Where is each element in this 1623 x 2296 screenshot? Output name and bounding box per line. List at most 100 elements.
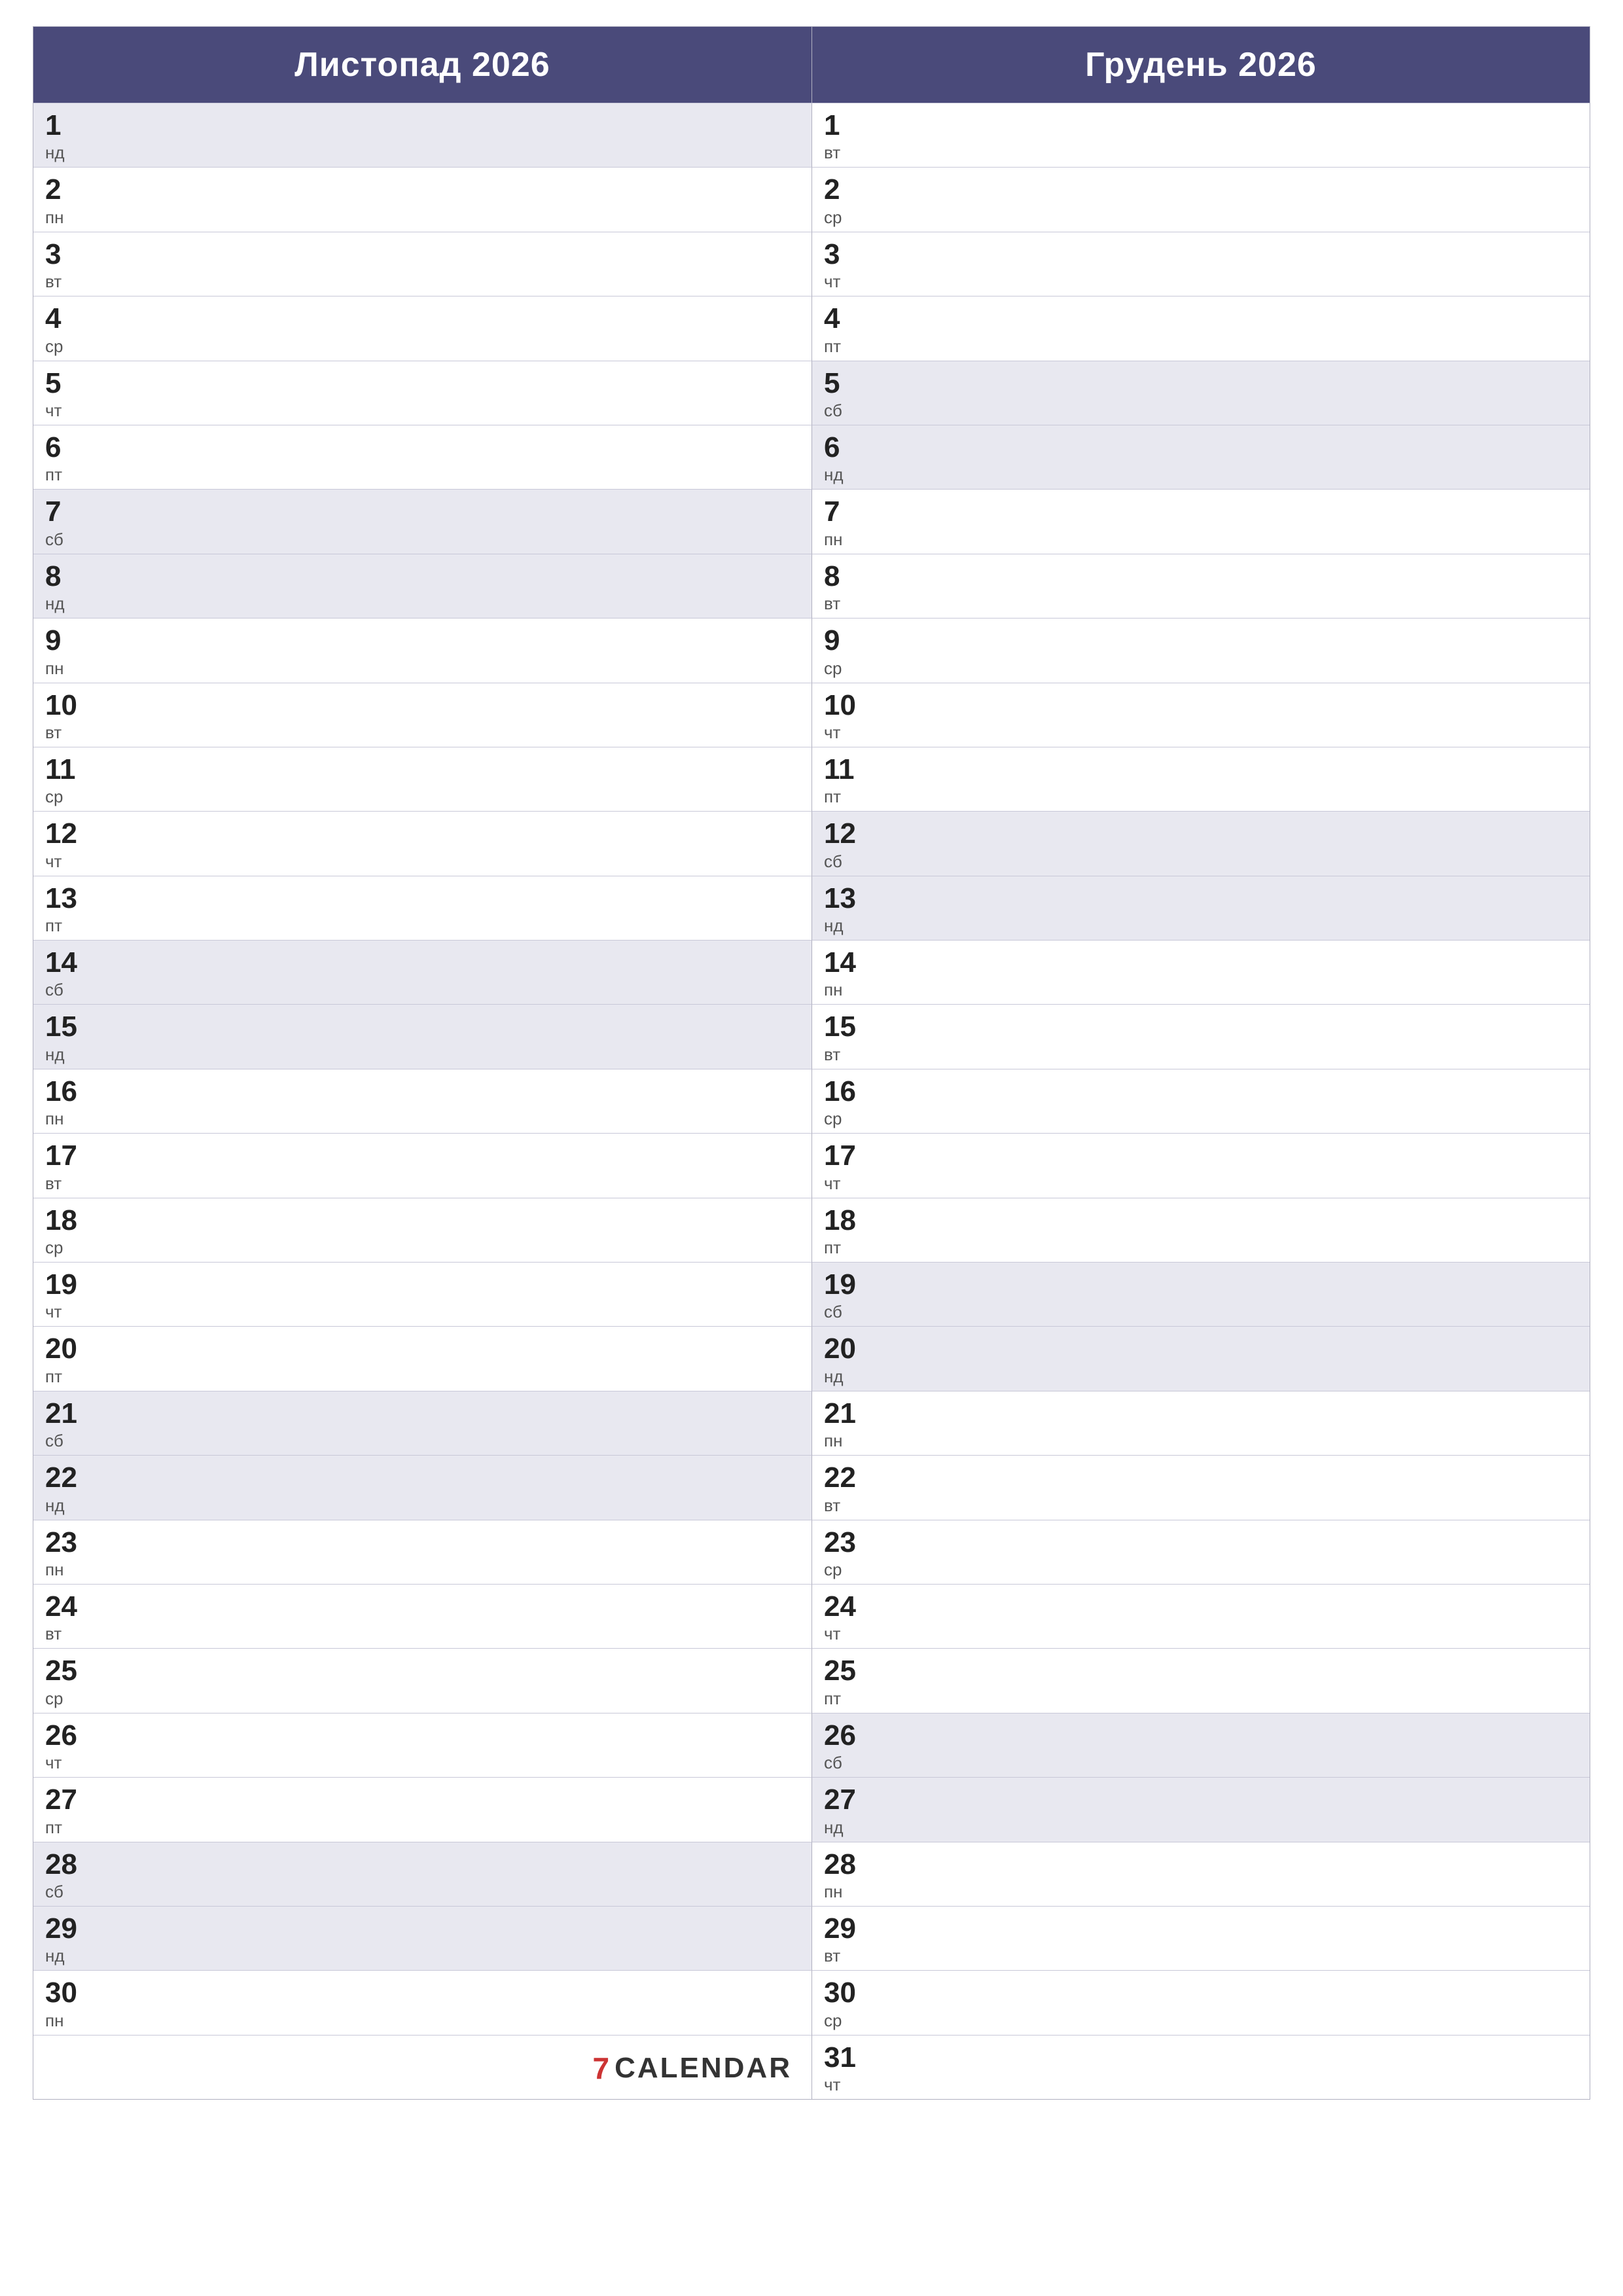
left-day-cell: 25ср (33, 1648, 812, 1712)
day-number: 26 (45, 1720, 800, 1751)
day-row: 28сб28пн (33, 1842, 1590, 1906)
day-number: 21 (45, 1398, 800, 1429)
day-number: 31 (824, 2042, 1578, 2073)
day-number: 18 (824, 1205, 1578, 1236)
day-row: 11ср 11пт (33, 747, 1590, 811)
right-day-cell: 27нд (812, 1777, 1590, 1841)
day-name: ср (824, 1109, 1578, 1129)
right-day-cell: 4пт (812, 296, 1590, 360)
day-number: 8 (45, 561, 800, 592)
day-name: ср (45, 787, 800, 807)
day-number: 24 (824, 1591, 1578, 1623)
day-number: 3 (824, 239, 1578, 270)
day-name: ср (45, 1238, 800, 1258)
day-name: нд (824, 916, 1578, 936)
day-number: 20 (824, 1333, 1578, 1365)
day-name: пт (824, 1689, 1578, 1709)
day-number: 2 (824, 174, 1578, 206)
day-number: 20 (45, 1333, 800, 1365)
right-day-cell: 7пн (812, 489, 1590, 553)
day-row: 24вт24чт (33, 1584, 1590, 1648)
right-day-cell: 17чт (812, 1133, 1590, 1197)
right-day-cell: 13нд (812, 876, 1590, 940)
day-number: 30 (45, 1977, 800, 2009)
left-day-cell: 12чт (33, 811, 812, 875)
left-day-cell: 10вт (33, 683, 812, 747)
day-name: пт (45, 465, 800, 485)
right-day-cell: 25пт (812, 1648, 1590, 1712)
day-name: чт (824, 272, 1578, 292)
day-number: 27 (824, 1784, 1578, 1816)
day-row: 10вт10чт (33, 683, 1590, 747)
empty-left-cell: 7CALENDAR (33, 2035, 812, 2099)
day-number: 29 (45, 1913, 800, 1945)
day-row: 3вт3чт (33, 232, 1590, 296)
day-row: 13пт13нд (33, 876, 1590, 940)
left-day-cell: 13пт (33, 876, 812, 940)
day-name: ср (824, 1560, 1578, 1580)
day-number: 16 (45, 1076, 800, 1107)
day-number: 17 (824, 1140, 1578, 1172)
day-name: ср (824, 2011, 1578, 2031)
day-row: 4ср4пт (33, 296, 1590, 360)
day-number: 3 (45, 239, 800, 270)
calendar-body: Листопад 2026Грудень 20261нд1вт2пн2ср3вт… (33, 26, 1590, 2100)
day-number: 23 (45, 1527, 800, 1558)
day-number: 14 (45, 947, 800, 978)
day-name: нд (824, 1367, 1578, 1387)
day-number: 12 (45, 818, 800, 850)
day-number: 25 (824, 1655, 1578, 1687)
day-row: 16пн16 ср (33, 1069, 1590, 1133)
day-row: 9пн9ср (33, 618, 1590, 682)
left-day-cell: 2пн (33, 167, 812, 231)
left-day-cell: 14сб (33, 940, 812, 1004)
right-day-cell: 11пт (812, 747, 1590, 811)
day-row: 8нд8вт (33, 554, 1590, 618)
day-name: чт (824, 1624, 1578, 1644)
left-day-cell: 6пт (33, 425, 812, 489)
day-row: 30пн30 ср (33, 1970, 1590, 2034)
day-number: 11 (45, 754, 800, 785)
day-name: пн (45, 2011, 800, 2031)
day-number: 4 (824, 303, 1578, 334)
day-name: пт (824, 1238, 1578, 1258)
day-name: чт (824, 723, 1578, 743)
day-number: 18 (45, 1205, 800, 1236)
day-number: 1 (824, 110, 1578, 141)
day-name: нд (824, 1818, 1578, 1838)
left-day-cell: 18ср (33, 1198, 812, 1262)
right-day-cell: 21пн (812, 1391, 1590, 1455)
day-name: нд (45, 1496, 800, 1516)
day-name: чт (45, 1302, 800, 1322)
day-name: пн (45, 658, 800, 679)
day-name: пн (824, 1431, 1578, 1451)
day-row: 22нд22вт (33, 1455, 1590, 1519)
day-name: сб (824, 1753, 1578, 1773)
day-number: 28 (824, 1849, 1578, 1880)
day-number: 6 (45, 432, 800, 463)
day-row: 6пт6нд (33, 425, 1590, 489)
day-row: 14сб14пн (33, 940, 1590, 1004)
day-number: 8 (824, 561, 1578, 592)
left-day-cell: 9пн (33, 618, 812, 682)
right-day-cell: 20нд (812, 1326, 1590, 1390)
left-day-cell: 30пн (33, 1970, 812, 2034)
day-name: вт (824, 1496, 1578, 1516)
day-name: чт (45, 852, 800, 872)
day-row: 7сб7пн (33, 489, 1590, 553)
day-number: 7 (824, 496, 1578, 528)
left-day-cell: 4ср (33, 296, 812, 360)
left-day-cell: 26чт (33, 1713, 812, 1777)
day-number: 10 (45, 690, 800, 721)
day-name: нд (45, 143, 800, 163)
day-row: 26чт26 сб (33, 1713, 1590, 1777)
day-name: пт (824, 336, 1578, 357)
day-number: 14 (824, 947, 1578, 978)
left-day-cell: 16пн (33, 1069, 812, 1133)
day-number: 6 (824, 432, 1578, 463)
day-name: пн (824, 980, 1578, 1000)
day-name: пт (45, 916, 800, 936)
day-name: нд (45, 594, 800, 614)
day-name: нд (45, 1946, 800, 1966)
right-day-cell: 10чт (812, 683, 1590, 747)
